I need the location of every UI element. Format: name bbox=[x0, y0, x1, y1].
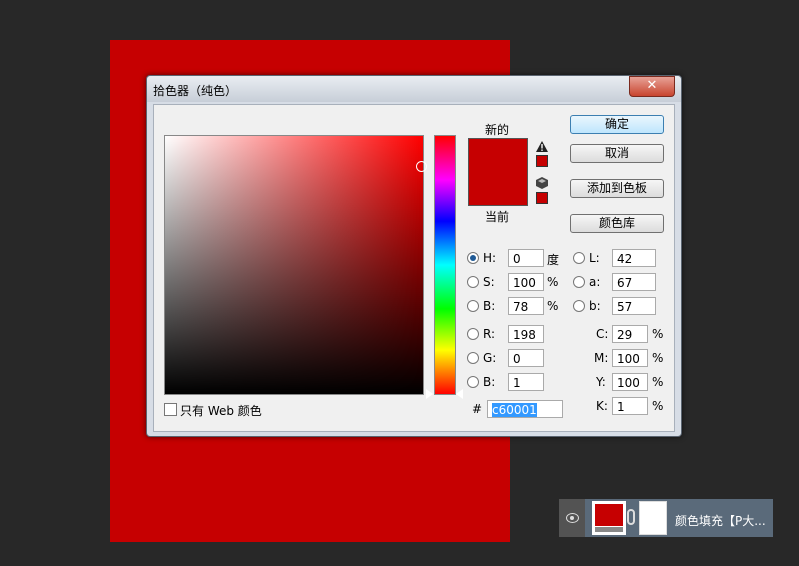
current-color-swatch[interactable] bbox=[469, 172, 527, 205]
y-label: Y: bbox=[596, 375, 606, 389]
color-field-marker[interactable] bbox=[416, 161, 427, 172]
m-unit: % bbox=[652, 351, 664, 365]
h-label: H: bbox=[483, 251, 497, 265]
k-unit: % bbox=[652, 399, 664, 413]
web-colors-only-label: 只有 Web 颜色 bbox=[180, 404, 262, 418]
radio-g[interactable] bbox=[467, 352, 479, 364]
m-label: M: bbox=[594, 351, 609, 365]
hue-slider-right-arrow[interactable] bbox=[456, 389, 463, 399]
close-button[interactable]: ✕ bbox=[629, 76, 675, 97]
radio-b[interactable] bbox=[467, 300, 479, 312]
new-color-swatch bbox=[469, 139, 527, 172]
chain-link-icon[interactable] bbox=[627, 509, 635, 525]
color-preview bbox=[468, 138, 528, 206]
lab-b-label: b: bbox=[589, 299, 601, 313]
eye-icon-pupil bbox=[570, 516, 574, 520]
radio-blue[interactable] bbox=[467, 376, 479, 388]
layer-row[interactable]: 颜色填充【P大... bbox=[559, 499, 773, 537]
lab-b-input[interactable]: 57 bbox=[612, 297, 656, 315]
s-unit: % bbox=[547, 275, 559, 289]
layer-name[interactable]: 颜色填充【P大... bbox=[675, 512, 766, 529]
g-input[interactable]: 0 bbox=[508, 349, 544, 367]
s-label: S: bbox=[483, 275, 495, 289]
color-libraries-button[interactable]: 颜色库 bbox=[570, 214, 664, 233]
layer-mask-thumbnail[interactable] bbox=[639, 501, 667, 535]
warning-triangle-icon bbox=[536, 141, 548, 152]
web-colors-only-checkbox[interactable] bbox=[164, 403, 177, 416]
blue-label: B: bbox=[483, 375, 496, 389]
dialog-client: 新的 当前 确定 取消 添加到色板 颜色库 H: 0 度 S: 100 % B:… bbox=[153, 104, 675, 432]
cube-icon bbox=[536, 177, 548, 189]
gamut-warning-swatch[interactable] bbox=[536, 155, 548, 167]
layer-fill-thumbnail bbox=[595, 504, 623, 526]
current-label: 当前 bbox=[485, 210, 510, 224]
layer-thumbnail-base bbox=[595, 527, 623, 532]
cancel-button[interactable]: 取消 bbox=[570, 144, 664, 163]
c-unit: % bbox=[652, 327, 664, 341]
radio-l[interactable] bbox=[573, 252, 585, 264]
dialog-title: 拾色器（纯色） bbox=[153, 84, 238, 98]
hue-slider[interactable] bbox=[434, 135, 456, 395]
radio-s[interactable] bbox=[467, 276, 479, 288]
g-label: G: bbox=[483, 351, 497, 365]
y-unit: % bbox=[652, 375, 664, 389]
c-label: C: bbox=[596, 327, 609, 341]
hex-input[interactable]: c60001 bbox=[487, 400, 563, 418]
color-field[interactable] bbox=[164, 135, 424, 395]
r-input[interactable]: 198 bbox=[508, 325, 544, 343]
a-input[interactable]: 67 bbox=[612, 273, 656, 291]
h-unit: 度 bbox=[547, 253, 560, 267]
l-input[interactable]: 42 bbox=[612, 249, 656, 267]
radio-lab-b[interactable] bbox=[573, 300, 585, 312]
add-to-swatches-button[interactable]: 添加到色板 bbox=[570, 179, 664, 198]
blue-input[interactable]: 1 bbox=[508, 373, 544, 391]
hex-label: # bbox=[472, 402, 483, 416]
layer-thumbnail[interactable] bbox=[592, 501, 626, 535]
hex-value: c60001 bbox=[492, 403, 537, 417]
c-input[interactable]: 29 bbox=[612, 325, 648, 343]
ok-button[interactable]: 确定 bbox=[570, 115, 664, 134]
m-input[interactable]: 100 bbox=[612, 349, 648, 367]
l-label: L: bbox=[589, 251, 600, 265]
hue-slider-left-arrow[interactable] bbox=[426, 389, 433, 399]
k-label: K: bbox=[596, 399, 608, 413]
a-label: a: bbox=[589, 275, 601, 289]
radio-r[interactable] bbox=[467, 328, 479, 340]
h-input[interactable]: 0 bbox=[508, 249, 544, 267]
r-label: R: bbox=[483, 327, 496, 341]
web-safe-swatch[interactable] bbox=[536, 192, 548, 204]
k-input[interactable]: 1 bbox=[612, 397, 648, 415]
b-label: B: bbox=[483, 299, 496, 313]
b-input[interactable]: 78 bbox=[508, 297, 544, 315]
y-input[interactable]: 100 bbox=[612, 373, 648, 391]
radio-h[interactable] bbox=[467, 252, 479, 264]
new-label: 新的 bbox=[485, 123, 510, 137]
layer-visibility-toggle[interactable] bbox=[559, 499, 585, 537]
s-input[interactable]: 100 bbox=[508, 273, 544, 291]
radio-a[interactable] bbox=[573, 276, 585, 288]
color-picker-dialog: 拾色器（纯色） ✕ 新的 当前 确定 取消 添加到色板 颜色库 H: 0 度 S… bbox=[146, 75, 682, 437]
b-unit: % bbox=[547, 299, 559, 313]
dialog-titlebar[interactable]: 拾色器（纯色） ✕ bbox=[147, 76, 681, 102]
